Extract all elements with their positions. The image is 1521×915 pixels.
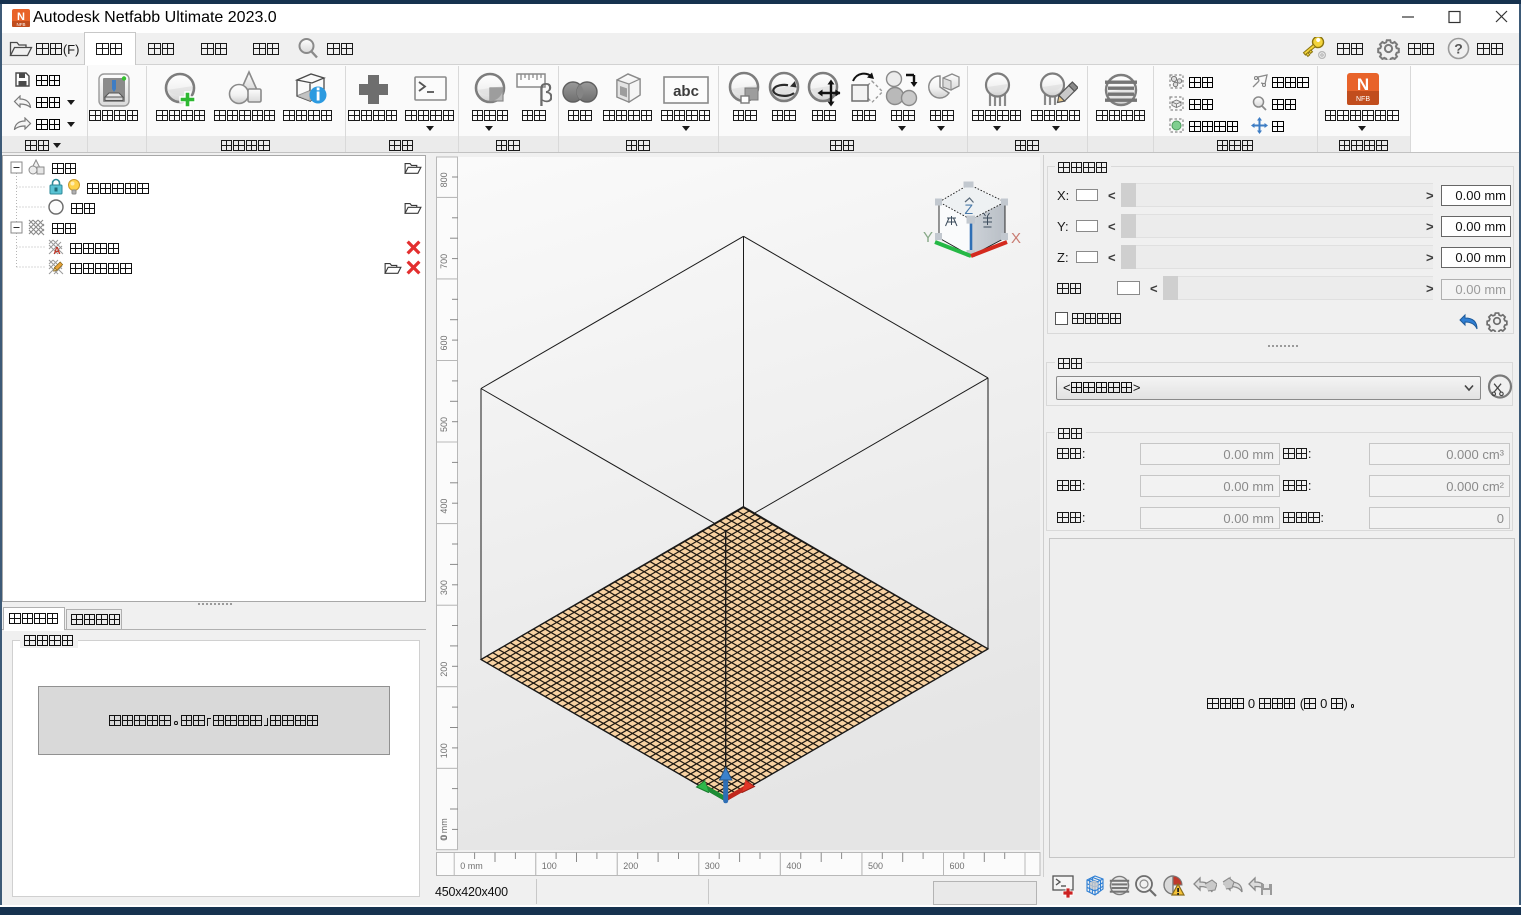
svg-text:abc: abc bbox=[673, 83, 699, 100]
svg-text:X: X bbox=[1011, 230, 1021, 247]
svg-text:500: 500 bbox=[868, 861, 883, 871]
svg-text:700: 700 bbox=[439, 254, 449, 269]
svg-text:800: 800 bbox=[439, 172, 449, 187]
svg-text:400: 400 bbox=[439, 499, 449, 514]
svg-text:300: 300 bbox=[705, 861, 720, 871]
svg-text:NFB: NFB bbox=[1356, 96, 1370, 103]
svg-text:Z: Z bbox=[965, 201, 974, 217]
svg-text:0 mm: 0 mm bbox=[460, 861, 483, 871]
svg-text:300: 300 bbox=[439, 580, 449, 595]
svg-text:100: 100 bbox=[542, 861, 557, 871]
svg-text:100: 100 bbox=[439, 743, 449, 758]
svg-text:β: β bbox=[539, 78, 552, 106]
svg-text:A: A bbox=[53, 246, 60, 257]
svg-text:500: 500 bbox=[439, 417, 449, 432]
svg-text:200: 200 bbox=[623, 861, 638, 871]
svg-text:Y: Y bbox=[923, 229, 933, 246]
svg-text:?: ? bbox=[1454, 41, 1463, 57]
svg-text:0 mm: 0 mm bbox=[439, 818, 449, 841]
svg-text:600: 600 bbox=[439, 335, 449, 350]
svg-text:NFB: NFB bbox=[17, 22, 26, 27]
svg-text:200: 200 bbox=[439, 662, 449, 677]
svg-text:600: 600 bbox=[950, 861, 965, 871]
svg-text:N: N bbox=[1357, 75, 1369, 94]
svg-text:400: 400 bbox=[786, 861, 801, 871]
